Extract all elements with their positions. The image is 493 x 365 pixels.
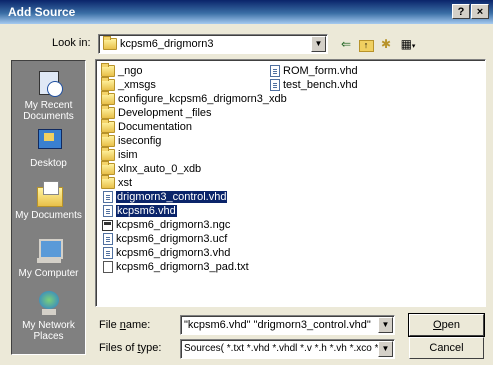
folder-icon (101, 63, 115, 78)
file-name-label: File name: (99, 319, 151, 331)
place-network-places[interactable]: My Network Places (12, 289, 85, 342)
folder-icon (101, 77, 115, 92)
vhd-file-icon (270, 79, 280, 92)
desktop-icon (34, 127, 64, 155)
folder-icon (101, 175, 115, 190)
title-bar: Add Source ? × (0, 0, 493, 24)
list-item-folder[interactable]: isim (101, 147, 138, 162)
list-item-folder[interactable]: _xmsgs (101, 77, 156, 92)
folder-icon (101, 161, 115, 176)
list-item-file[interactable]: kcpsm6_drigmorn3.ucf (101, 232, 227, 246)
place-label: My Recent Documents (23, 100, 74, 122)
folder-icon (101, 119, 115, 134)
list-item-folder[interactable]: configure_kcpsm6_drigmorn3_xdb (101, 91, 287, 106)
folder-icon (101, 147, 115, 162)
new-folder-icon[interactable]: ✱ (377, 35, 395, 53)
folder-icon (101, 105, 115, 120)
list-item-folder[interactable]: iseconfig (101, 133, 161, 148)
place-my-documents[interactable]: My Documents (12, 179, 85, 221)
look-in-combo[interactable]: kcpsm6_drigmorn3 ▼ (98, 34, 328, 54)
list-item-folder[interactable]: xst (101, 175, 132, 190)
ucf-file-icon (103, 233, 113, 246)
back-icon[interactable]: ⇐ (336, 35, 356, 53)
place-label: My Computer (18, 268, 79, 279)
recent-documents-icon (34, 69, 64, 97)
file-type-value: Sources( *.txt *.vhd *.vhdl *.v *.h *.vh… (184, 343, 392, 354)
ngc-file-icon (102, 219, 113, 231)
folder-icon (101, 91, 115, 106)
open-button[interactable]: Open (408, 313, 485, 337)
chevron-down-icon[interactable]: ▼ (378, 341, 393, 357)
list-item-file[interactable]: test_bench.vhd (268, 78, 358, 92)
network-places-icon (34, 289, 64, 317)
window-title: Add Source (8, 5, 76, 19)
place-desktop[interactable]: Desktop (12, 127, 85, 169)
vhd-file-icon (103, 205, 113, 218)
close-button[interactable]: × (471, 4, 489, 19)
my-computer-icon (34, 237, 64, 265)
list-item-folder[interactable]: Development _files (101, 105, 212, 120)
file-name-field[interactable]: "kcpsm6.vhd" "drigmorn3_control.vhd" ▼ (180, 315, 395, 335)
cancel-button[interactable]: Cancel (409, 337, 484, 359)
list-item-folder[interactable]: Documentation (101, 119, 192, 134)
list-item-folder[interactable]: xlnx_auto_0_xdb (101, 161, 201, 176)
file-type-select[interactable]: Sources( *.txt *.vhd *.vhdl *.v *.h *.vh… (180, 339, 395, 359)
file-list[interactable]: _ngo _xmsgs configure_kcpsm6_drigmorn3_x… (95, 59, 486, 307)
list-item-file[interactable]: kcpsm6_drigmorn3.ngc (101, 218, 230, 232)
text-file-icon (103, 261, 113, 274)
look-in-value: kcpsm6_drigmorn3 (120, 38, 214, 50)
vhd-file-icon (270, 65, 280, 78)
list-item-file[interactable]: kcpsm6_drigmorn3.vhd (101, 246, 230, 260)
folder-icon (101, 133, 115, 148)
list-item-file-selected[interactable]: drigmorn3_control.vhd (101, 190, 228, 204)
views-menu-icon[interactable]: ▦▾ (398, 35, 418, 53)
place-recent-documents[interactable]: My Recent Documents (12, 69, 85, 122)
my-documents-icon (34, 179, 64, 207)
place-my-computer[interactable]: My Computer (12, 237, 85, 279)
look-in-label: Look in: (52, 37, 91, 49)
place-label: Desktop (30, 158, 67, 169)
places-bar: My Recent Documents Desktop My Documents… (11, 60, 86, 355)
list-item-folder[interactable]: _ngo (101, 63, 142, 78)
chevron-down-icon[interactable]: ▼ (378, 317, 393, 333)
list-item-file[interactable]: ROM_form.vhd (268, 64, 358, 78)
file-name-value: "kcpsm6.vhd" "drigmorn3_control.vhd" (184, 319, 371, 331)
folder-icon (103, 36, 117, 51)
place-label: My Network Places (22, 320, 75, 342)
up-folder-icon[interactable]: ↑ (357, 35, 375, 53)
list-item-file[interactable]: kcpsm6_drigmorn3_pad.txt (101, 260, 249, 274)
chevron-down-icon[interactable]: ▼ (311, 36, 326, 52)
vhd-file-icon (103, 247, 113, 260)
place-label: My Documents (15, 210, 82, 221)
help-button[interactable]: ? (452, 4, 470, 19)
file-type-label: Files of type: (99, 342, 162, 354)
list-item-file-selected[interactable]: kcpsm6.vhd (101, 204, 177, 218)
vhd-file-icon (103, 191, 113, 204)
